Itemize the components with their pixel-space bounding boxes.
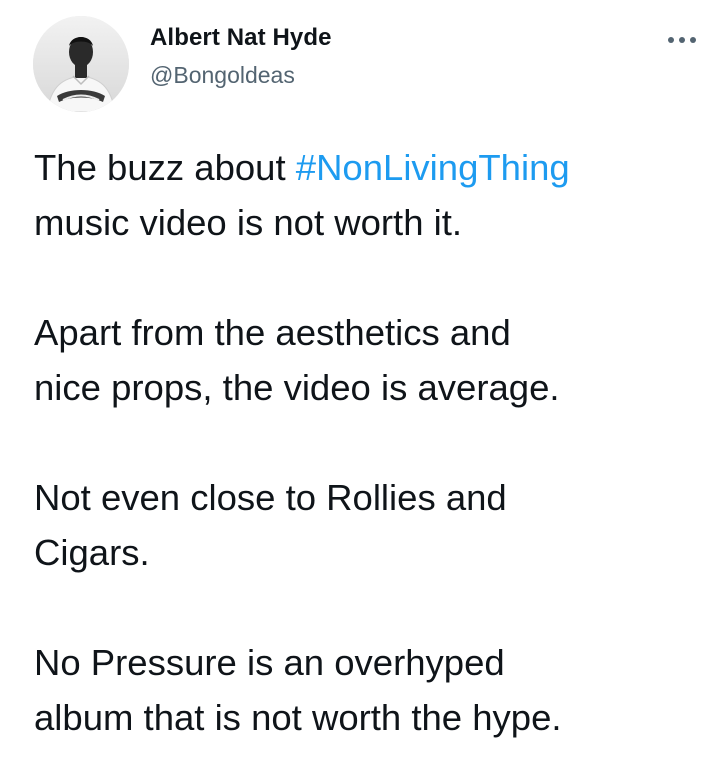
tweet-paragraph: No Pressure is an overhyped album that i… bbox=[34, 635, 706, 745]
tweet-line: No Pressure is an overhyped bbox=[34, 642, 505, 683]
tweet-line: Not even close to Rollies and bbox=[34, 477, 507, 518]
tweet-line: nice props, the video is average. bbox=[34, 367, 560, 408]
hashtag-link[interactable]: #NonLivingThing bbox=[296, 147, 570, 188]
more-options-button[interactable] bbox=[662, 28, 702, 52]
tweet-text: The buzz about #NonLivingThing music vid… bbox=[34, 140, 706, 745]
avatar-photo bbox=[33, 16, 129, 112]
tweet-card: Albert Nat Hyde @Bongoldeas The buzz abo… bbox=[0, 0, 720, 762]
tweet-line: album that is not worth the hype. bbox=[34, 697, 562, 738]
tweet-line: The buzz about #NonLivingThing bbox=[34, 140, 706, 195]
more-horizontal-icon bbox=[668, 37, 696, 43]
tweet-text-segment: The buzz about bbox=[34, 147, 296, 188]
avatar[interactable] bbox=[33, 16, 129, 112]
tweet-paragraph: Not even close to Rollies and Cigars. bbox=[34, 470, 706, 580]
tweet-paragraph: Apart from the aesthetics and nice props… bbox=[34, 305, 706, 415]
tweet-line: Apart from the aesthetics and bbox=[34, 312, 511, 353]
tweet-line: music video is not worth it. bbox=[34, 202, 463, 243]
author-handle[interactable]: @Bongoldeas bbox=[150, 62, 295, 89]
author-display-name[interactable]: Albert Nat Hyde bbox=[150, 24, 332, 52]
tweet-paragraph: The buzz about #NonLivingThing music vid… bbox=[34, 140, 706, 250]
tweet-line: Cigars. bbox=[34, 532, 150, 573]
